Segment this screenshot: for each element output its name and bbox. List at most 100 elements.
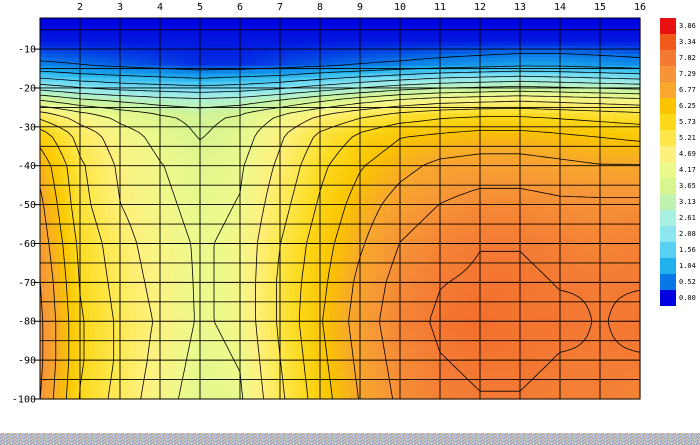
heatmap-cell [205, 21, 211, 27]
heatmap-cell [200, 129, 206, 134]
heatmap-cell [160, 41, 166, 47]
heatmap-cell [80, 252, 86, 257]
heatmap-cell [210, 156, 216, 162]
heatmap-cell [295, 152, 301, 158]
heatmap-cell [65, 260, 71, 265]
heatmap-cell [260, 283, 266, 289]
heatmap-cell [125, 228, 131, 233]
heatmap-cell [125, 331, 131, 337]
heatmap-cell [170, 275, 176, 281]
heatmap-cell [205, 212, 211, 218]
heatmap-cell [295, 77, 301, 83]
heatmap-cell [95, 208, 101, 214]
heatmap-cell [175, 287, 181, 293]
heatmap-cell [290, 196, 296, 202]
heatmap-cell [150, 137, 156, 142]
heatmap-cell [50, 21, 56, 27]
heatmap-cell [245, 21, 251, 27]
heatmap-cell [90, 295, 96, 301]
heatmap-cell [290, 295, 296, 301]
heatmap-cell [245, 291, 251, 297]
heatmap-cell [65, 204, 71, 210]
heatmap-cell [160, 129, 166, 134]
heatmap-cell [50, 224, 56, 229]
heatmap-cell [240, 363, 246, 368]
heatmap-cell [165, 21, 171, 27]
heatmap-cell [180, 315, 186, 321]
heatmap-cell [120, 287, 126, 293]
heatmap-cell [120, 196, 126, 202]
heatmap-cell [285, 125, 291, 130]
heatmap-cell [160, 252, 166, 257]
heatmap-cell [290, 212, 296, 218]
heatmap-cell [50, 355, 56, 360]
heatmap-cell [85, 81, 91, 87]
heatmap-cell [100, 129, 106, 134]
heatmap-cell [125, 129, 131, 134]
heatmap-cell [80, 283, 86, 289]
heatmap-cell [90, 137, 96, 142]
heatmap-cell [245, 137, 251, 142]
heatmap-cell [45, 137, 51, 142]
heatmap-cell [45, 331, 51, 337]
heatmap-cell [95, 176, 101, 182]
heatmap-cell [240, 351, 246, 356]
heatmap-cell [170, 335, 176, 341]
heatmap-cell [250, 303, 256, 309]
heatmap-cell [255, 29, 261, 35]
heatmap-cell [285, 387, 291, 392]
heatmap-cell [190, 224, 196, 229]
heatmap-cell [230, 121, 236, 126]
heatmap-cell [215, 287, 221, 293]
heatmap-cell [240, 367, 246, 372]
heatmap-cell [100, 272, 106, 277]
heatmap-cell [130, 77, 136, 83]
heatmap-cell [55, 57, 61, 63]
heatmap-cell [70, 331, 76, 337]
heatmap-cell [45, 240, 51, 245]
heatmap-cell [205, 49, 211, 55]
heatmap-cell [125, 148, 131, 154]
heatmap-cell [70, 383, 76, 388]
heatmap-cell [280, 287, 286, 293]
heatmap-cell [150, 240, 156, 245]
heatmap-cell [70, 45, 76, 51]
heatmap-cell [85, 45, 91, 51]
heatmap-cell [50, 351, 56, 356]
heatmap-cell [55, 272, 61, 277]
heatmap-cell [50, 33, 56, 39]
heatmap-cell [240, 335, 246, 341]
heatmap-cell [170, 160, 176, 166]
heatmap-cell [85, 335, 91, 341]
heatmap-cell [205, 224, 211, 229]
heatmap-cell [125, 224, 131, 229]
heatmap-cell [190, 45, 196, 51]
heatmap-cell [80, 57, 86, 63]
heatmap-cell [55, 168, 61, 174]
heatmap-cell [140, 208, 146, 214]
heatmap-cell [50, 315, 56, 321]
heatmap-cell [250, 327, 256, 333]
heatmap-cell [70, 371, 76, 376]
heatmap-cell [150, 236, 156, 241]
heatmap-cell [190, 41, 196, 47]
heatmap-cell [285, 315, 291, 321]
heatmap-cell [225, 291, 231, 297]
heatmap-cell [225, 69, 231, 75]
heatmap-cell [290, 93, 296, 98]
heatmap-cell [165, 244, 171, 249]
heatmap-cell [45, 180, 51, 186]
heatmap-cell [220, 109, 226, 114]
heatmap-cell [175, 347, 181, 352]
heatmap-cell [215, 37, 221, 43]
heatmap-cell [180, 77, 186, 83]
heatmap-cell [260, 172, 266, 178]
heatmap-cell [205, 117, 211, 122]
heatmap-cell [45, 375, 51, 380]
heatmap-cell [245, 371, 251, 376]
heatmap-cell [85, 224, 91, 229]
heatmap-cell [225, 387, 231, 392]
heatmap-cell [220, 343, 226, 349]
heatmap-cell [140, 141, 146, 146]
heatmap-cell [290, 303, 296, 309]
